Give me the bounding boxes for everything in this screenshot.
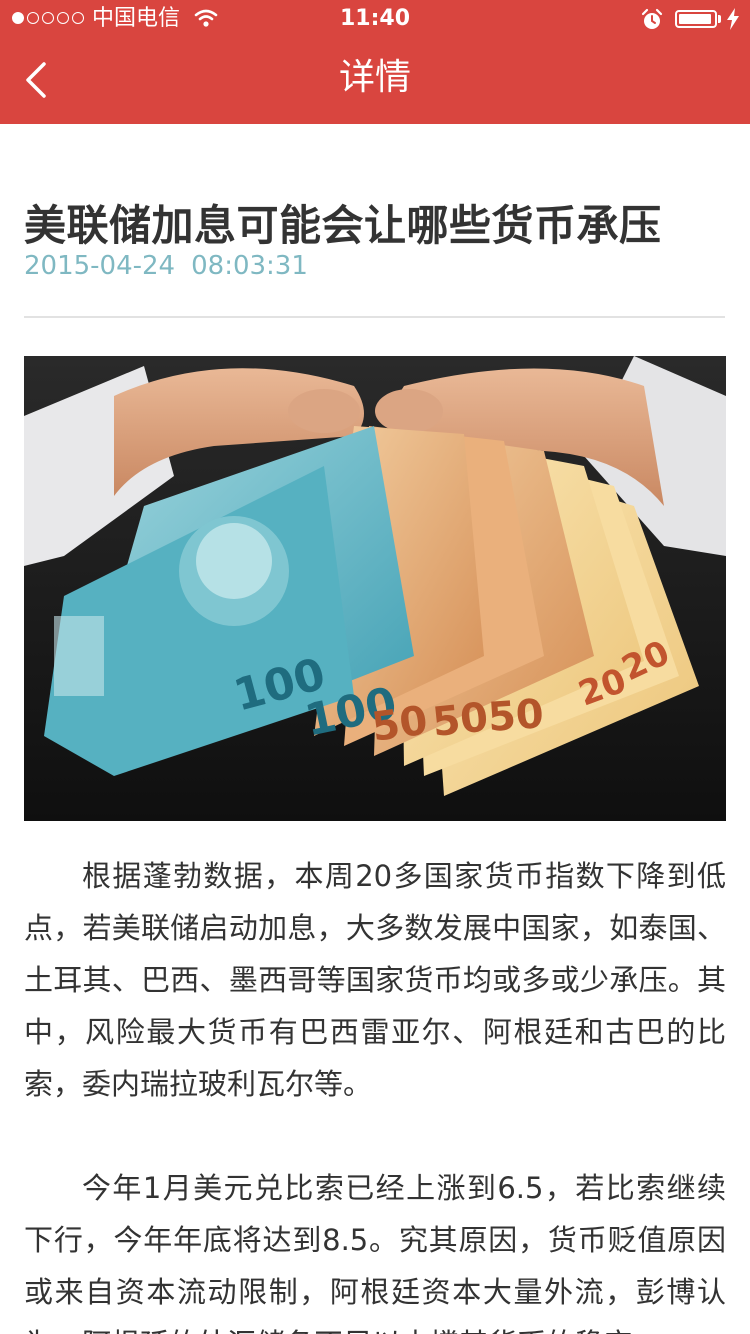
alarm-icon <box>640 8 664 36</box>
page-title: 详情 <box>338 57 411 98</box>
svg-text:50: 50 <box>369 698 431 751</box>
article-image: 100 100 50 50 50 20 20 <box>24 356 726 821</box>
publish-time: 08:03:31 <box>191 251 308 281</box>
battery-level <box>679 14 711 24</box>
status-bar: 中国电信 11:40 <box>0 0 750 40</box>
navigation-bar: 详情 <box>0 40 750 124</box>
svg-text:50: 50 <box>430 694 490 746</box>
svg-text:50: 50 <box>486 691 545 741</box>
charging-icon <box>726 8 740 34</box>
article-paragraph: 今年1月美元兑比索已经上涨到6.5，若比索继续下行，今年年底将达到8.5。究其原… <box>24 1171 726 1334</box>
app-screen: 中国电信 11:40 详情 美联储加息可能会让哪些货币承压 2015-04-24… <box>0 0 750 1334</box>
article-body: 根据蓬勃数据，本周20多国家货币指数下降到低点，若美联储启动加息，大多数发展中国… <box>24 850 726 1334</box>
top-bar: 中国电信 11:40 详情 <box>0 0 750 124</box>
clock: 11:40 <box>339 6 411 31</box>
battery-icon <box>675 10 717 28</box>
publish-date: 2015-04-24 <box>24 251 176 281</box>
divider <box>24 316 725 318</box>
article-date: 2015-04-24 08:03:31 <box>24 248 308 284</box>
battery-tip <box>718 15 721 23</box>
article-paragraph: 根据蓬勃数据，本周20多国家货币指数下降到低点，若美联储启动加息，大多数发展中国… <box>24 859 726 1101</box>
